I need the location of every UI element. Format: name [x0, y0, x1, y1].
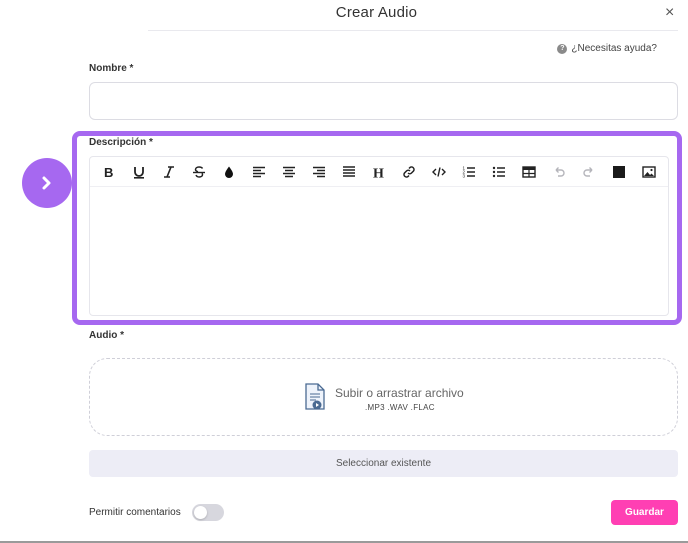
expand-button[interactable]: [22, 158, 72, 208]
dropzone-title: Subir o arrastrar archivo: [335, 386, 464, 400]
audio-file-icon: [305, 383, 325, 410]
chevron-right-icon: [42, 176, 51, 190]
comments-toggle[interactable]: [192, 504, 224, 521]
audio-dropzone[interactable]: Subir o arrastrar archivo .MP3 .WAV .FLA…: [89, 358, 678, 436]
dropzone-formats: .MP3 .WAV .FLAC: [365, 403, 435, 412]
close-icon[interactable]: ×: [665, 4, 674, 22]
comments-label: Permitir comentarios: [89, 507, 181, 518]
help-link[interactable]: ? ¿Necesitas ayuda?: [557, 43, 657, 54]
modal-title: Crear Audio: [335, 4, 418, 21]
audio-label: Audio *: [89, 330, 124, 341]
name-input[interactable]: [89, 82, 678, 120]
help-text: ¿Necesitas ayuda?: [571, 43, 657, 54]
name-label: Nombre *: [89, 63, 134, 74]
save-button[interactable]: Guardar: [611, 500, 678, 525]
help-icon: ?: [557, 43, 568, 54]
header-divider: [148, 30, 678, 31]
toggle-knob: [194, 506, 207, 519]
highlight-frame: [72, 131, 682, 325]
select-existing-button[interactable]: Seleccionar existente: [89, 450, 678, 477]
